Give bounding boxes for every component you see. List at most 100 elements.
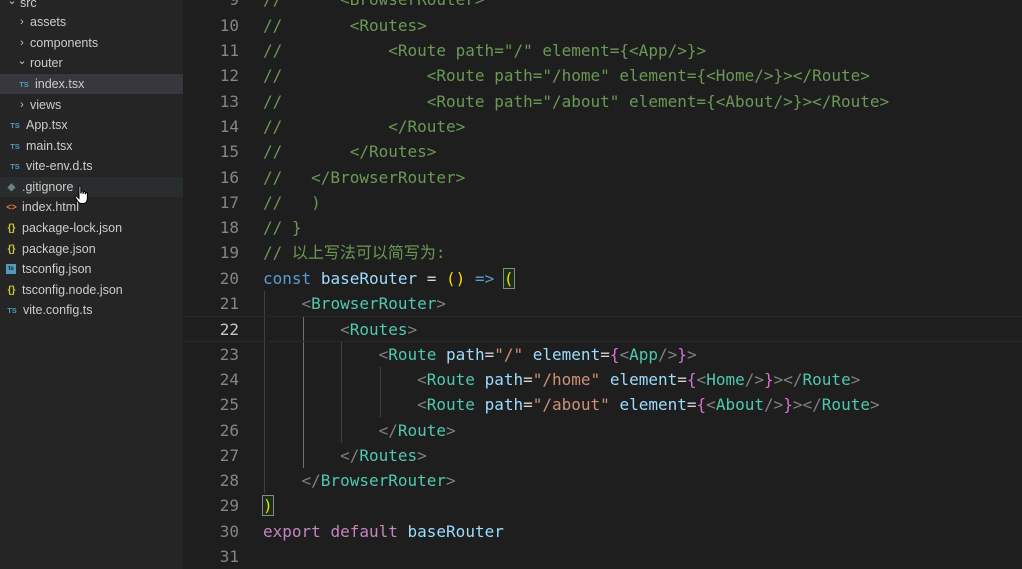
code-text: </BrowserRouter> xyxy=(263,468,456,493)
explorer-item-label: vite-env.d.ts xyxy=(26,159,93,173)
code-line[interactable]: 19 // 以上写法可以简写为: xyxy=(183,240,1022,265)
code-line[interactable]: 16 // </BrowserRouter> xyxy=(183,165,1022,190)
code-line[interactable]: 28 </BrowserRouter> xyxy=(183,468,1022,493)
code-line[interactable]: 20 const baseRouter = () => ( xyxy=(183,266,1022,291)
chevron-down-icon[interactable]: ⌄ xyxy=(16,54,28,67)
explorer-item-index-html[interactable]: <> index.html xyxy=(0,197,183,217)
code-token: < xyxy=(340,320,350,340)
code-line[interactable]: 14 // </Route> xyxy=(183,114,1022,139)
code-text: <BrowserRouter> xyxy=(263,291,447,316)
code-line[interactable]: 17 // ) xyxy=(183,190,1022,215)
code-text: <Route path="/home" element={<Home/>}></… xyxy=(263,367,860,392)
code-text: ) xyxy=(262,493,274,518)
json-file-icon: {} xyxy=(7,222,16,234)
code-token: BrowserRouter xyxy=(320,471,447,491)
code-text: // </Routes> xyxy=(263,139,436,164)
line-number: 31 xyxy=(219,547,239,566)
line-number: 17 xyxy=(219,192,239,212)
explorer-item-index-tsx[interactable]: TS index.tsx xyxy=(0,74,183,94)
code-line[interactable]: 27 </Routes> xyxy=(183,443,1022,468)
code-token: "/" xyxy=(494,344,524,364)
explorer-item-label: assets xyxy=(30,15,67,29)
code-token: Route xyxy=(388,344,437,364)
code-text: const baseRouter = () => ( xyxy=(263,266,515,291)
code-token: } xyxy=(763,369,774,389)
matched-bracket: ) xyxy=(262,495,274,517)
explorer-item-vite-config-ts[interactable]: TS vite.config.ts xyxy=(0,300,183,320)
explorer-item-label: package-lock.json xyxy=(22,221,123,235)
explorer-item-views[interactable]: › views xyxy=(0,95,183,115)
explorer-item-label: src xyxy=(20,0,37,10)
code-line[interactable]: 29) xyxy=(183,493,1022,518)
explorer-item-app-tsx[interactable]: TS App.tsx xyxy=(0,115,183,135)
code-line[interactable]: 10 // <Routes> xyxy=(183,13,1022,38)
code-line[interactable]: 22 <Routes> xyxy=(183,316,1022,342)
code-line[interactable]: 23 <Route path="/" element={<App/>}> xyxy=(183,342,1022,367)
code-text: // <Route path="/home" element={<Home/>}… xyxy=(263,63,870,88)
line-number: 11 xyxy=(219,41,239,60)
code-line[interactable]: 30 export default baseRouter xyxy=(183,519,1022,544)
code-line[interactable]: 11 // <Route path="/" element={<App/>}> xyxy=(183,38,1022,63)
code-line[interactable]: 24 <Route path="/home" element={<Home/>}… xyxy=(183,367,1022,392)
explorer-item-tsconfig-node-json[interactable]: {} tsconfig.node.json xyxy=(0,280,183,300)
code-token: = xyxy=(523,369,533,389)
explorer-item-tsconfig-json[interactable]: ts tsconfig.json xyxy=(0,259,183,279)
explorer-item-label: .gitignore xyxy=(22,180,74,194)
code-token: "/about" xyxy=(532,395,610,415)
explorer-item-label: package.json xyxy=(22,242,96,256)
code-token: => xyxy=(474,268,495,288)
line-number: 18 xyxy=(219,218,239,238)
code-line[interactable]: 13 // <Route path="/about" element={<Abou… xyxy=(183,89,1022,114)
chevron-right-icon[interactable]: › xyxy=(16,16,28,28)
code-token: > xyxy=(446,420,456,440)
code-line[interactable]: 9 // <BrowserRouter> xyxy=(183,0,1022,13)
git-file-icon: ◆ xyxy=(7,181,16,193)
line-number: 12 xyxy=(219,66,239,86)
code-line[interactable]: 15 // </Routes> xyxy=(183,139,1022,164)
chevron-right-icon[interactable]: › xyxy=(16,37,28,49)
explorer-item-label: index.html xyxy=(22,200,79,214)
chevron-down-icon[interactable]: ⌄ xyxy=(6,0,18,7)
code-token: = xyxy=(686,395,697,415)
code-line[interactable]: 18 // } xyxy=(183,215,1022,240)
code-token: baseRouter xyxy=(320,268,418,288)
explorer-item-gitignore[interactable]: ◆ .gitignore xyxy=(0,177,183,197)
explorer-item-router[interactable]: ⌄ router xyxy=(0,53,183,73)
explorer-sidebar: ⌄ src › assets › components ⌄ router TS index.tsx… xyxy=(0,0,183,569)
explorer-item-package-json[interactable]: {} package.json xyxy=(0,239,183,259)
code-line[interactable]: 12 // <Route path="/home" element={<Home/… xyxy=(183,63,1022,88)
code-token: baseRouter xyxy=(407,521,504,541)
code-text: // </Route> xyxy=(263,114,465,139)
explorer-item-components[interactable]: › components xyxy=(0,33,183,53)
explorer-item-package-lock-json[interactable]: {} package-lock.json xyxy=(0,218,183,238)
code-token: ></ xyxy=(773,369,803,389)
code-editor[interactable]: 9 // <BrowserRouter> 10 // <Routes> 11 // <Ro… xyxy=(183,0,1022,569)
code-line[interactable]: 25 <Route path="/about" element={<About/… xyxy=(183,392,1022,417)
code-line[interactable]: 21 <BrowserRouter> xyxy=(183,291,1022,316)
code-token: = xyxy=(484,344,495,364)
explorer-item-main-tsx[interactable]: TS main.tsx xyxy=(0,136,183,156)
code-token: > xyxy=(407,320,418,340)
explorer-item-assets[interactable]: › assets xyxy=(0,12,183,32)
code-token: = xyxy=(677,369,687,389)
explorer-item-vite-env-d-ts[interactable]: TS vite-env.d.ts xyxy=(0,156,183,176)
code-line[interactable]: 26 </Route> xyxy=(183,418,1022,443)
code-token: < xyxy=(706,395,716,415)
code-token: > xyxy=(436,294,447,313)
code-text: // <BrowserRouter> xyxy=(263,0,485,13)
line-number: 28 xyxy=(219,471,239,491)
chevron-right-icon[interactable]: › xyxy=(16,99,28,111)
line-number: 19 xyxy=(219,243,239,263)
ts-file-icon: TS xyxy=(10,161,20,171)
explorer-item-label: App.tsx xyxy=(26,118,68,132)
code-token: () xyxy=(446,268,466,288)
code-token: ></ xyxy=(792,395,822,415)
code-line[interactable]: 31 xyxy=(183,544,1022,569)
